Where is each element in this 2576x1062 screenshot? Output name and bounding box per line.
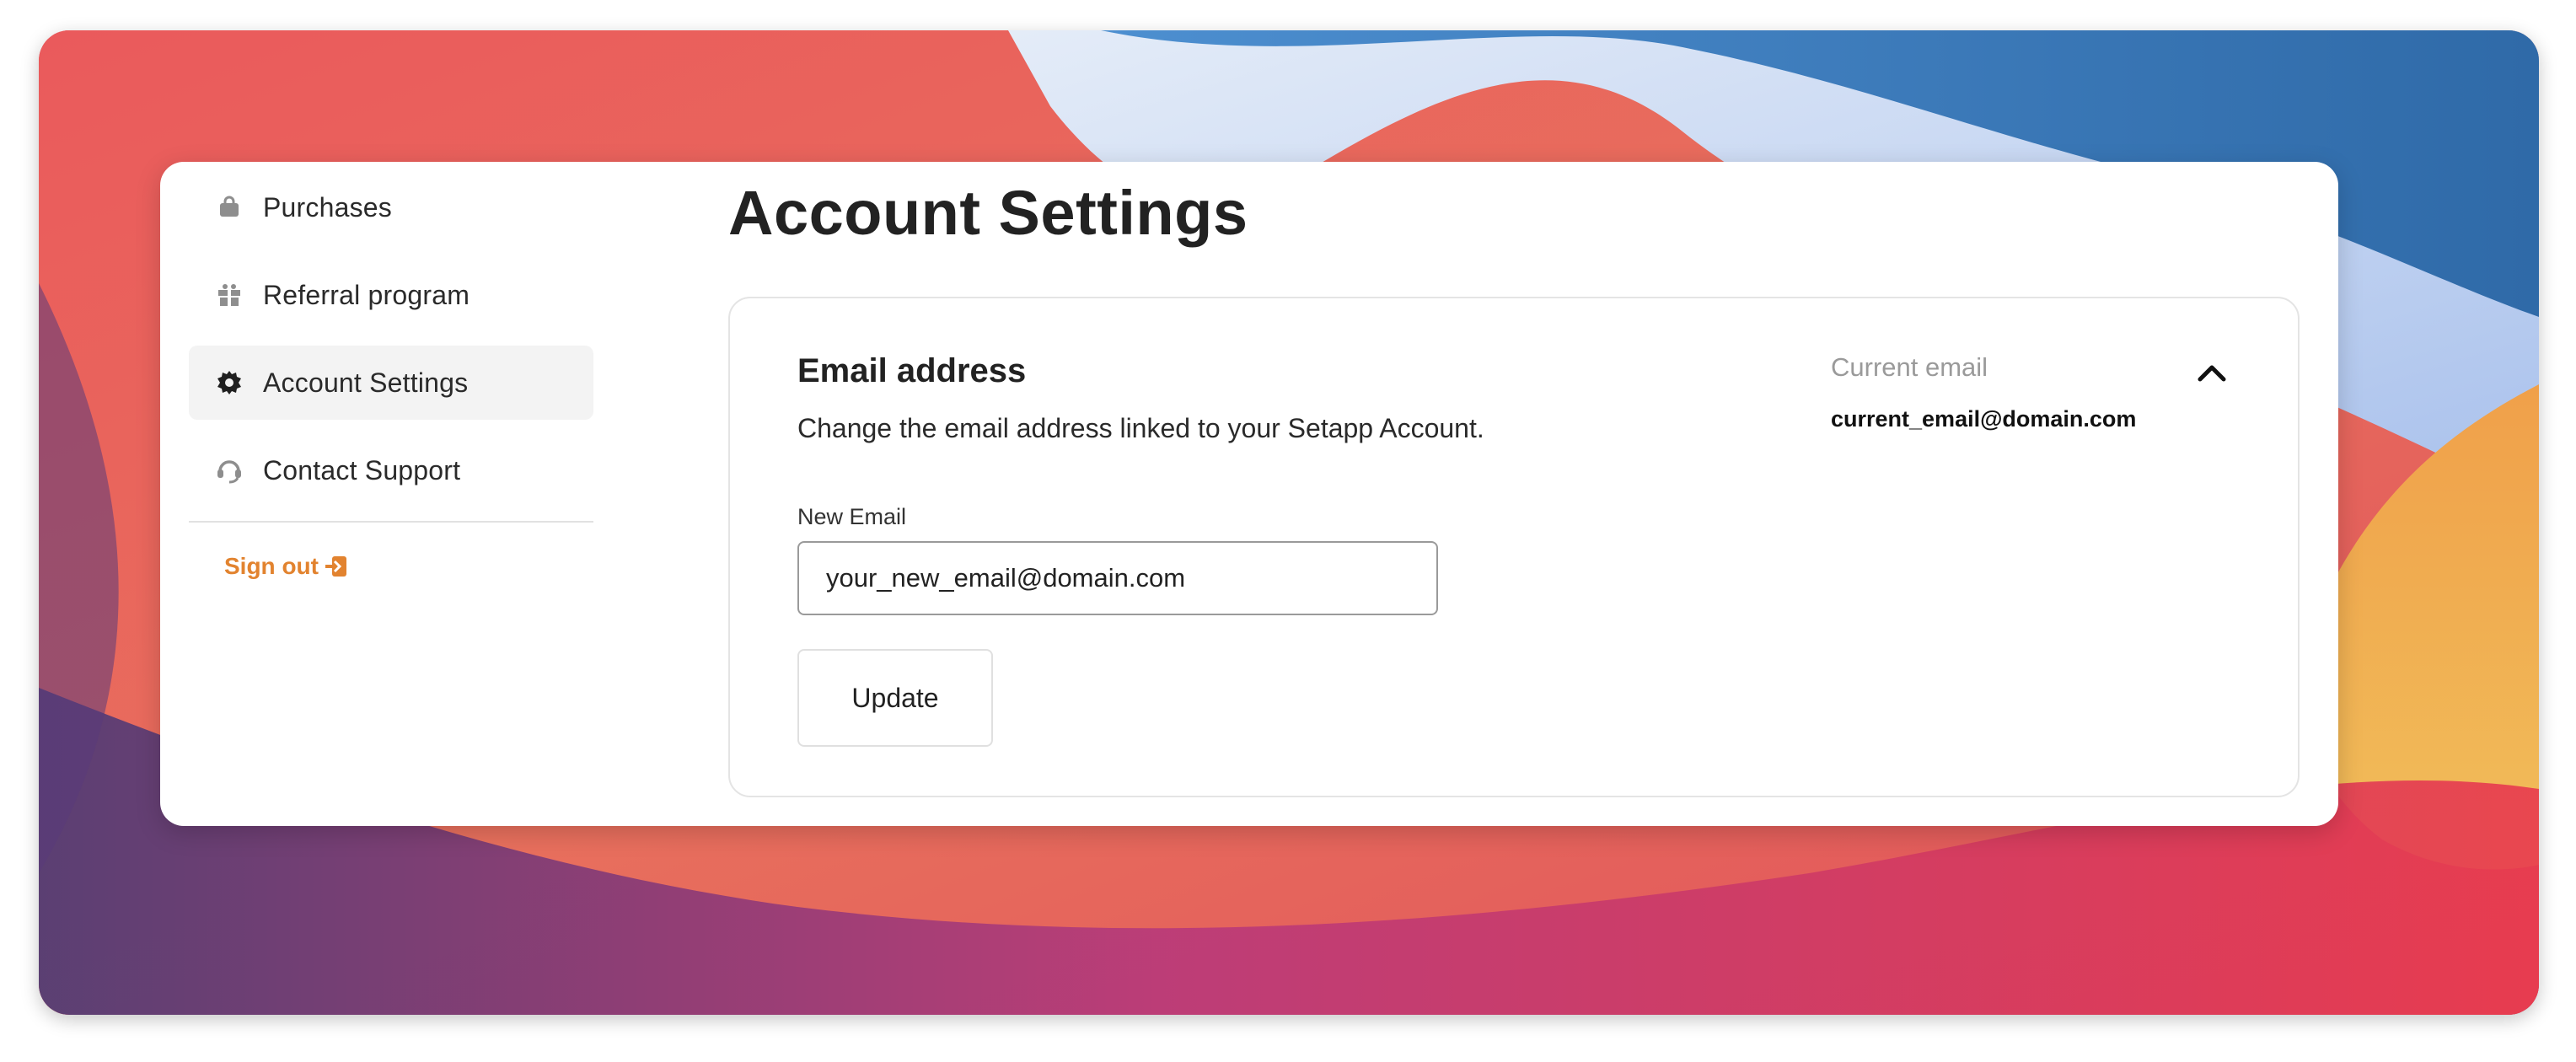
new-email-label: New Email — [797, 504, 907, 529]
bag-icon — [216, 194, 243, 221]
new-email-input[interactable] — [797, 541, 1438, 615]
email-settings-panel: Email address Change the email address l… — [728, 297, 2300, 797]
collapse-toggle[interactable] — [2193, 356, 2230, 393]
headset-icon — [216, 457, 243, 484]
current-email-value: current_email@domain.com — [1831, 406, 2137, 432]
sidebar-item-contact-support[interactable]: Contact Support — [189, 433, 593, 507]
gift-icon — [216, 282, 243, 308]
sign-out-label: Sign out — [224, 553, 319, 579]
current-email-label: Current email — [1831, 352, 1988, 382]
page-title: Account Settings — [728, 178, 1248, 248]
sidebar-item-label: Account Settings — [263, 367, 469, 398]
sidebar: Purchases Referral program Account Setti… — [189, 170, 593, 580]
sidebar-item-label: Contact Support — [263, 454, 461, 485]
section-description: Change the email address linked to your … — [797, 413, 1484, 443]
update-button[interactable]: Update — [797, 649, 993, 747]
gear-icon — [216, 369, 243, 396]
sidebar-divider — [189, 521, 593, 523]
sidebar-item-label: Referral program — [263, 279, 470, 310]
account-window: Purchases Referral program Account Setti… — [160, 162, 2338, 826]
chevron-up-icon — [2198, 363, 2226, 386]
sidebar-item-purchases[interactable]: Purchases — [189, 170, 593, 244]
sidebar-item-referral-program[interactable]: Referral program — [189, 258, 593, 332]
section-title: Email address — [797, 352, 1027, 389]
sign-out-link[interactable]: Sign out — [224, 553, 349, 580]
sidebar-item-label: Purchases — [263, 191, 392, 223]
sidebar-item-account-settings[interactable]: Account Settings — [189, 346, 593, 420]
sign-out-icon — [324, 554, 349, 579]
